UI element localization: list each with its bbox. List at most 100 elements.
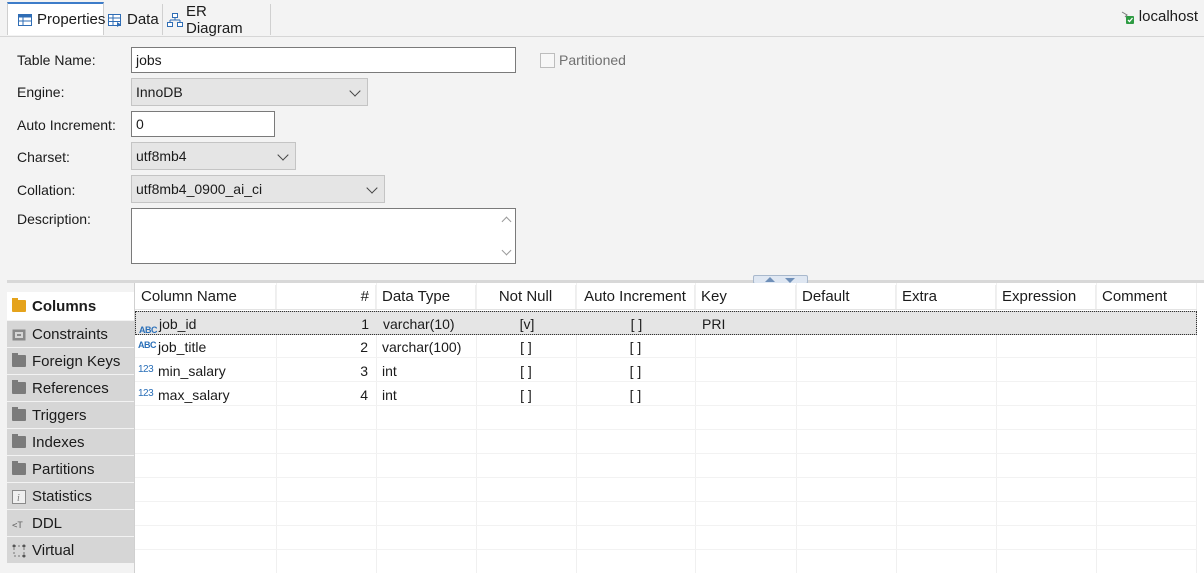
header-data-type[interactable]: Data Type [376,285,476,309]
scroll-up-icon[interactable] [501,216,512,227]
cell-position[interactable]: 1 [277,312,377,336]
header-key[interactable]: Key [695,285,796,309]
properties-side-tabs: Columns Constraints Foreign Keys Referen… [7,292,134,564]
header-comment[interactable]: Comment [1096,285,1197,309]
charset-select[interactable]: utf8mb4 [131,142,296,170]
header-position[interactable]: # [276,285,376,309]
cell-column-name[interactable]: job_id [153,312,277,336]
folder-icon [12,461,26,475]
tab-properties[interactable]: Properties [7,2,105,35]
columns-table: Column Name # Data Type Not Null Auto In… [134,283,1204,573]
collation-select[interactable]: utf8mb4_0900_ai_ci [131,175,385,203]
side-tab-statistics[interactable]: i Statistics [7,483,134,509]
cell-position[interactable]: 3 [276,359,376,383]
side-tab-label: DDL [32,514,63,532]
side-tab-virtual[interactable]: Virtual [7,537,134,563]
side-tab-triggers[interactable]: Triggers [7,402,134,428]
ddl-icon: <T [12,517,26,531]
table-row[interactable]: ABC job_id 1 varchar(10) [v] [ ] PRI [135,311,1197,335]
folder-icon [12,434,26,448]
cell-key[interactable]: PRI [696,312,797,336]
tab-er-diagram[interactable]: ER Diagram [163,2,271,37]
table-name-input[interactable]: jobs [131,47,516,73]
cell-not-null[interactable]: [ ] [476,383,576,407]
tab-label: ER Diagram [186,2,243,37]
collation-value: utf8mb4_0900_ai_ci [136,181,263,197]
cell-key[interactable] [695,359,796,383]
numeric-type-icon: 123 [138,364,154,375]
side-tab-label: Constraints [32,325,108,343]
table-properties-icon [18,13,32,27]
cell-column-name[interactable]: job_title [152,335,276,359]
description-textarea[interactable] [131,208,516,264]
numeric-type-icon: 123 [138,388,154,399]
side-tab-label: Foreign Keys [32,352,121,370]
virtual-icon [12,544,26,558]
table-name-label: Table Name: [17,52,96,68]
cell-not-null[interactable]: [ ] [476,335,576,359]
side-tab-foreign-keys[interactable]: Foreign Keys [7,348,134,374]
side-tab-ddl[interactable]: <T DDL [7,510,134,536]
connection-label: localhost [1138,8,1198,25]
scroll-down-icon[interactable] [501,245,512,256]
cell-auto-increment[interactable]: [ ] [576,335,695,359]
partitioned-label: Partitioned [559,52,626,68]
collation-label: Collation: [17,182,76,198]
side-tab-label: References [32,379,109,397]
connection-indicator[interactable]: localhost [1120,8,1198,25]
charset-label: Charset: [17,149,70,165]
side-tab-label: Virtual [32,541,75,559]
auto-increment-input[interactable]: 0 [131,111,275,137]
description-scrollbar[interactable] [498,209,515,263]
table-row[interactable]: ABC job_title 2 varchar(100) [ ] [ ] [135,335,1197,359]
cell-not-null[interactable]: [v] [477,312,577,336]
tab-data[interactable]: Data [104,4,163,35]
cell-column-name[interactable]: max_salary [152,383,276,407]
side-tab-label: Columns [32,297,97,315]
table-row[interactable]: 123 min_salary 3 int [ ] [ ] [135,359,1197,383]
constraints-icon [12,328,26,341]
editor-tab-bar: Properties Data ER Diagram localhost [0,0,1204,37]
info-icon: i [12,490,26,504]
partitioned-checkbox[interactable] [540,53,555,68]
header-default[interactable]: Default [796,285,896,309]
cell-column-name[interactable]: min_salary [152,359,276,383]
folder-icon [12,353,26,367]
cell-auto-increment[interactable]: [ ] [576,383,695,407]
cell-data-type[interactable]: int [376,383,476,407]
auto-increment-label: Auto Increment: [17,117,116,133]
tab-label: Data [127,11,159,28]
svg-text:i: i [17,493,20,504]
columns-icon [12,298,26,312]
collapse-up-icon [765,277,775,282]
side-tab-indexes[interactable]: Indexes [7,429,134,455]
cell-not-null[interactable]: [ ] [476,359,576,383]
cell-data-type[interactable]: varchar(100) [376,335,476,359]
cell-position[interactable]: 2 [276,335,376,359]
cell-key[interactable] [695,335,796,359]
chevron-down-icon [366,182,378,194]
cell-data-type[interactable]: varchar(10) [377,312,477,336]
header-column-name[interactable]: Column Name [135,285,276,309]
side-tab-partitions[interactable]: Partitions [7,456,134,482]
side-tab-label: Partitions [32,460,95,478]
cell-data-type[interactable]: int [376,359,476,383]
header-expression[interactable]: Expression [996,285,1096,309]
engine-select[interactable]: InnoDB [131,78,368,106]
side-tab-references[interactable]: References [7,375,134,401]
side-tab-constraints[interactable]: Constraints [7,321,134,347]
er-diagram-icon [167,12,183,27]
chevron-down-icon [277,149,289,161]
cell-auto-increment[interactable]: [ ] [577,312,696,336]
cell-key[interactable] [695,383,796,407]
table-row[interactable]: 123 max_salary 4 int [ ] [ ] [135,383,1197,407]
cell-auto-increment[interactable]: [ ] [576,359,695,383]
folder-icon [12,407,26,421]
side-tab-label: Indexes [32,433,85,451]
cell-position[interactable]: 4 [276,383,376,407]
header-not-null[interactable]: Not Null [476,285,576,309]
header-auto-increment[interactable]: Auto Increment [576,285,695,309]
description-label: Description: [17,211,91,227]
header-extra[interactable]: Extra [896,285,996,309]
side-tab-columns[interactable]: Columns [7,292,134,320]
